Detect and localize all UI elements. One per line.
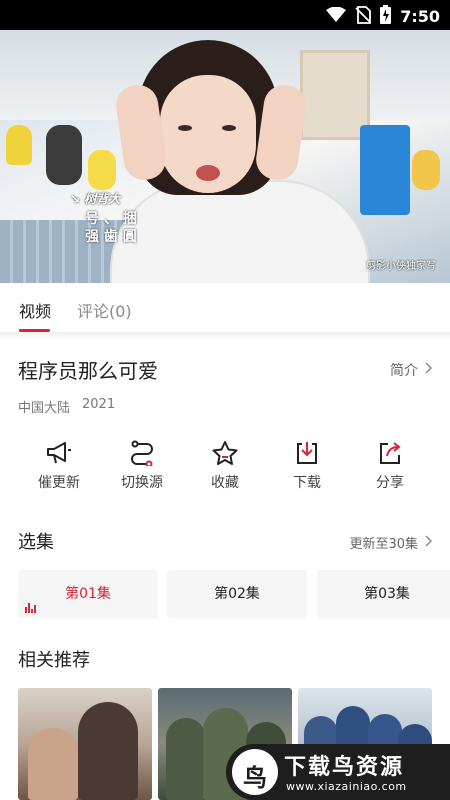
episode-list: 第01集 第02集 第03集: [18, 570, 450, 618]
tab-indicator: [19, 329, 50, 332]
video-person-mouth: [196, 165, 220, 181]
video-caption: 号 、 捆: [85, 211, 137, 227]
action-label: 下载: [293, 475, 321, 491]
show-title: 程序员那么可爱: [18, 359, 158, 383]
episode-item[interactable]: 第02集: [167, 570, 307, 618]
favorite-button[interactable]: 收藏: [184, 440, 266, 492]
episodes-more-button[interactable]: 更新至30集: [349, 533, 433, 552]
bird-logo-icon: 鸟: [232, 749, 278, 795]
battery-charging-icon: [380, 5, 392, 28]
episode-item[interactable]: 第01集: [18, 570, 158, 618]
chevron-right-icon: [424, 534, 433, 551]
action-label: 分享: [376, 475, 404, 491]
show-year: 2021: [82, 397, 116, 412]
share-icon: [349, 440, 431, 466]
video-player[interactable]: ↘ 树背大 号 、 捆 强 歯 圓 剪影小侠独家写: [0, 30, 450, 283]
video-shelf-box: [360, 125, 410, 215]
video-person-eye: [178, 125, 192, 131]
video-watermark: 剪影小侠独家写: [366, 261, 436, 272]
video-toy: [412, 150, 440, 190]
urge-update-button[interactable]: 催更新: [18, 440, 100, 492]
video-person-eye: [222, 125, 236, 131]
tab-comments[interactable]: 评论(0): [77, 298, 132, 322]
video-toy: [46, 125, 82, 185]
episode-label: 第01集: [65, 586, 111, 602]
action-label: 收藏: [211, 475, 239, 491]
video-person-jacket: [110, 180, 370, 283]
divider: [0, 333, 450, 341]
update-status: 更新至30集: [349, 537, 418, 552]
recommend-title: 相关推荐: [18, 650, 90, 671]
chevron-right-icon: [424, 362, 433, 378]
recommend-thumbnail[interactable]: [18, 688, 152, 800]
video-toy: [88, 150, 116, 190]
episode-label: 第02集: [214, 586, 260, 602]
megaphone-icon: [18, 440, 100, 466]
status-icons: 7:50: [326, 5, 440, 28]
switch-source-button[interactable]: 切换源: [101, 440, 183, 492]
no-sim-icon: [355, 5, 372, 28]
brand-watermark: 鸟 下载鸟资源 www.xiazainiao.com: [226, 744, 450, 800]
download-icon: [266, 440, 348, 466]
show-region: 中国大陆: [18, 401, 71, 416]
status-bar: 7:50: [0, 0, 450, 30]
episode-item[interactable]: 第03集: [317, 570, 450, 618]
brand-url: www.xiazainiao.com: [286, 780, 407, 793]
brand-name: 下载鸟资源: [284, 755, 405, 780]
wifi-icon: [326, 6, 347, 27]
share-button[interactable]: 分享: [349, 440, 431, 492]
video-caption: ↘ 树背大: [70, 192, 121, 206]
video-caption: 强 歯 圓: [85, 229, 137, 245]
action-label: 催更新: [38, 475, 80, 491]
intro-label: 简介: [390, 363, 418, 379]
show-meta: 中国大陆 2021: [18, 397, 115, 416]
action-label: 切换源: [121, 475, 163, 491]
intro-button[interactable]: 简介: [390, 360, 433, 380]
now-playing-icon: [25, 603, 36, 613]
video-toy: [6, 125, 32, 165]
action-bar: 催更新 切换源 收藏 下载 分享: [0, 440, 450, 502]
status-time: 7:50: [400, 7, 440, 26]
episode-label: 第03集: [364, 586, 410, 602]
download-button[interactable]: 下载: [266, 440, 348, 492]
content-tabs: 视频 评论(0): [0, 283, 450, 333]
star-icon: [184, 440, 266, 466]
tab-video[interactable]: 视频: [19, 298, 51, 322]
switch-source-icon: [101, 440, 183, 466]
bird-logo-glyph: 鸟: [243, 764, 267, 792]
episodes-title: 选集: [18, 532, 54, 553]
